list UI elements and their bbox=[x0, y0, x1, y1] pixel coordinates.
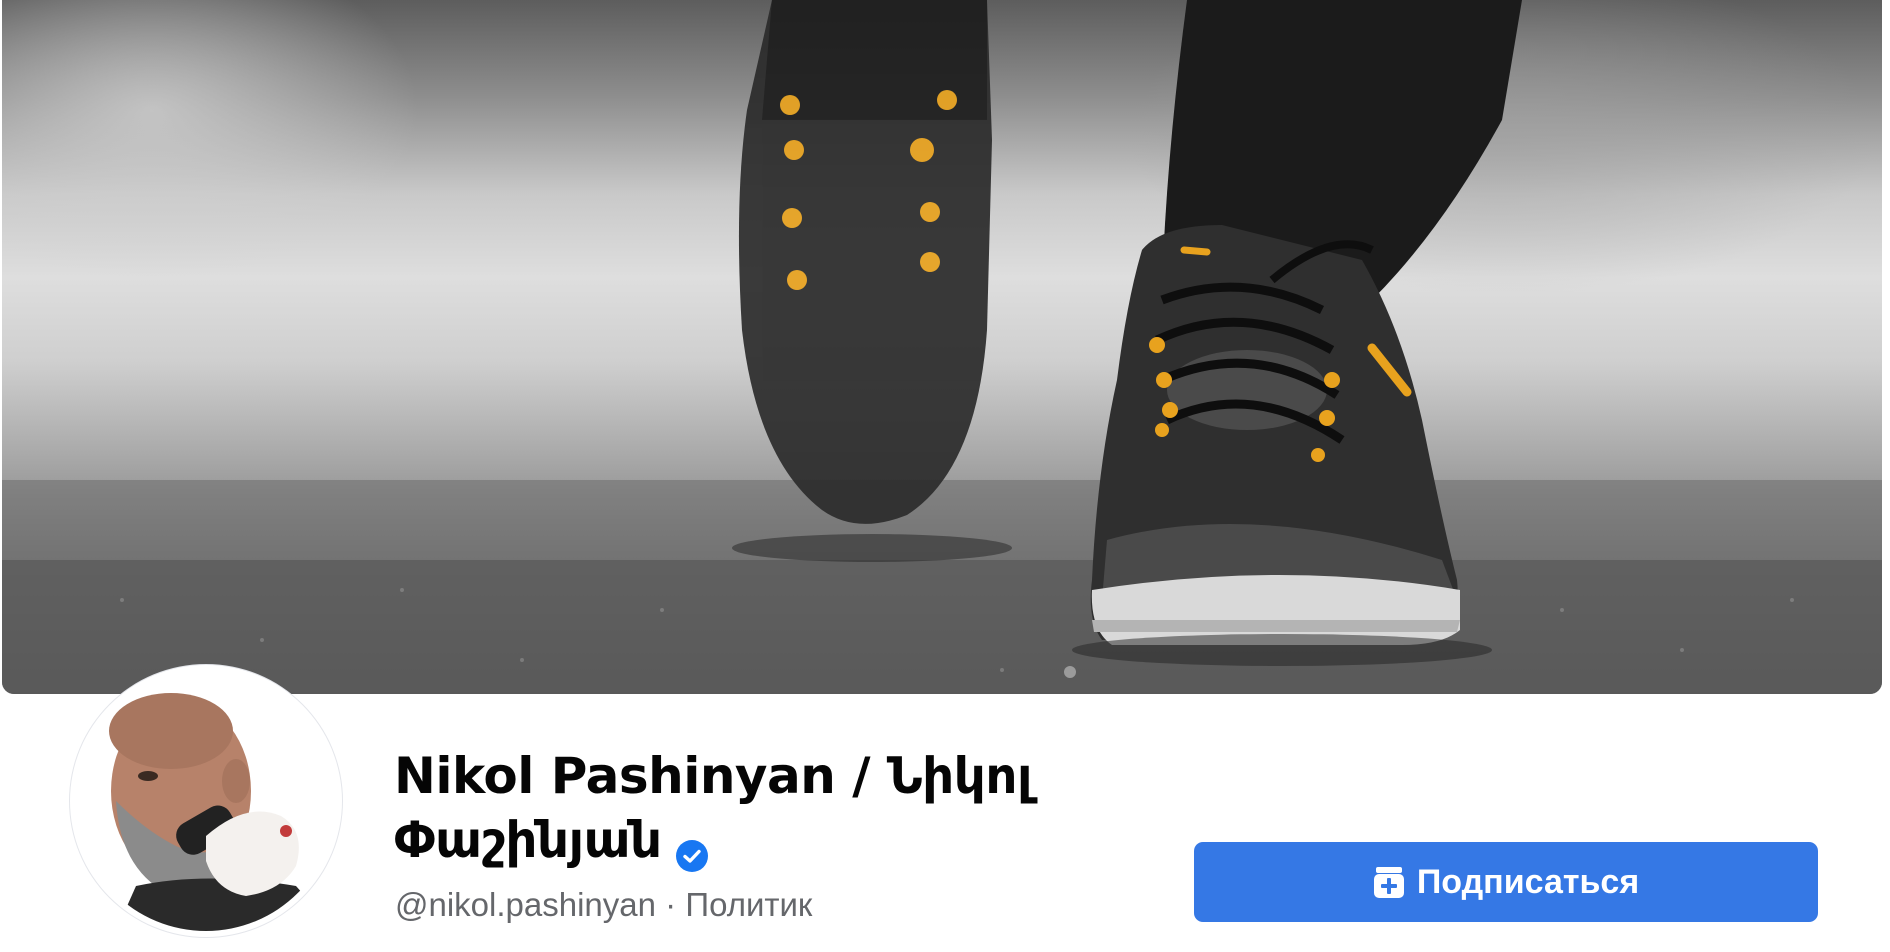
profile-name: Nikol Pashinyan / Նիկոլ Փաշինյան bbox=[394, 747, 1033, 869]
profile-page: Nikol Pashinyan / Նիկոլ Փաշինյան @nikol.… bbox=[0, 0, 1890, 952]
subtitle-separator: · bbox=[665, 886, 677, 923]
profile-subtitle: @nikol.pashinyan · Политик bbox=[395, 886, 812, 924]
page-title: Nikol Pashinyan / Նիկոլ Փաշինյան bbox=[394, 744, 1094, 872]
verified-badge-icon bbox=[675, 823, 708, 872]
profile-avatar[interactable] bbox=[70, 665, 342, 937]
profile-handle: @nikol.pashinyan bbox=[395, 886, 656, 923]
avatar-photo bbox=[76, 671, 336, 931]
follow-button-label: Подписаться bbox=[1416, 862, 1640, 901]
cover-photo-image bbox=[2, 0, 1882, 694]
front-shoe bbox=[1090, 225, 1460, 645]
back-shoe bbox=[738, 0, 992, 524]
profile-category[interactable]: Политик bbox=[685, 886, 812, 923]
cover-photo[interactable] bbox=[2, 0, 1882, 694]
follow-button[interactable]: Подписаться bbox=[1194, 842, 1818, 922]
subscribe-icon bbox=[1373, 865, 1405, 899]
